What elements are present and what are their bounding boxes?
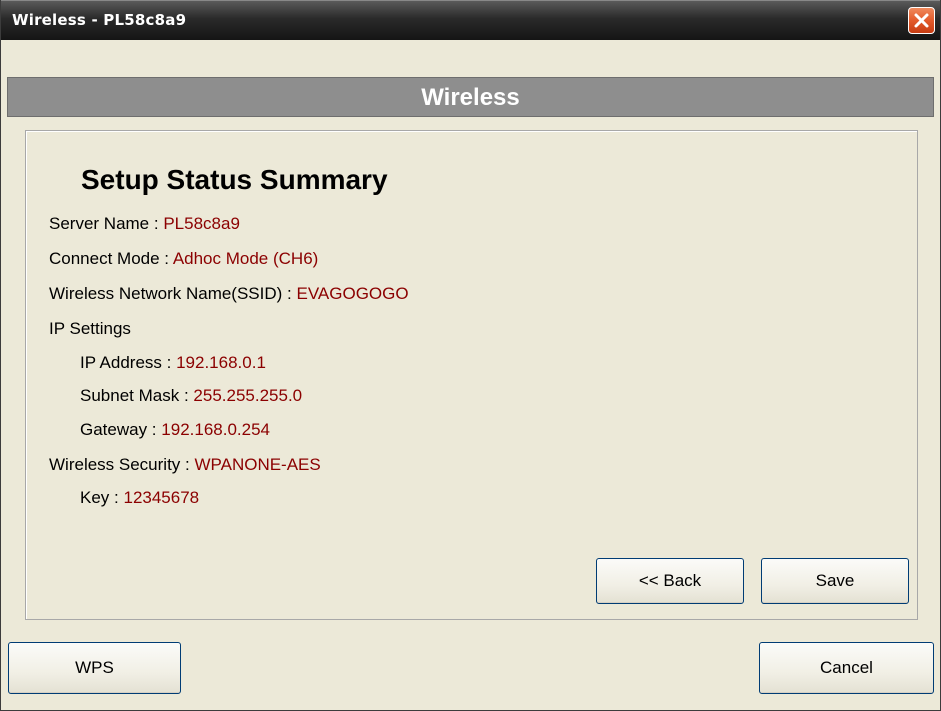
subnet-mask-row: Subnet Mask : 255.255.255.0 [80, 386, 302, 406]
back-button[interactable]: << Back [596, 558, 744, 604]
server-name-row: Server Name : PL58c8a9 [49, 214, 240, 234]
connect-mode-value: Adhoc Mode (CH6) [172, 249, 319, 268]
ssid-value: EVAGOGOGO [296, 284, 409, 303]
connect-mode-label: Connect Mode : [49, 249, 170, 268]
key-row: Key : 12345678 [80, 488, 199, 508]
ip-address-row: IP Address : 192.168.0.1 [80, 353, 266, 373]
subnet-mask-label: Subnet Mask : [80, 386, 189, 405]
wireless-security-label: Wireless Security : [49, 455, 190, 474]
close-icon [914, 13, 929, 28]
server-name-label: Server Name : [49, 214, 159, 233]
ssid-label: Wireless Network Name(SSID) : [49, 284, 292, 303]
gateway-value: 192.168.0.254 [161, 420, 270, 439]
window-title: Wireless - PL58c8a9 [12, 11, 187, 29]
summary-title: Setup Status Summary [81, 164, 388, 195]
subnet-mask-value: 255.255.255.0 [193, 386, 303, 405]
key-value: 12345678 [123, 488, 200, 507]
connect-mode-row: Connect Mode : Adhoc Mode (CH6) [49, 249, 318, 269]
section-header: Wireless [7, 77, 934, 117]
wireless-dialog: Wireless - PL58c8a9 Wireless Setup Statu… [0, 0, 941, 711]
summary-panel [25, 130, 918, 620]
gateway-label: Gateway : [80, 420, 157, 439]
ip-settings-heading: IP Settings [49, 319, 131, 339]
save-button[interactable]: Save [761, 558, 909, 604]
wireless-security-row: Wireless Security : WPANONE-AES [49, 455, 321, 475]
ip-settings-label: IP Settings [49, 319, 131, 338]
cancel-button[interactable]: Cancel [759, 642, 934, 694]
section-header-title: Wireless [421, 84, 520, 111]
ip-address-label: IP Address : [80, 353, 172, 372]
server-name-value: PL58c8a9 [163, 214, 240, 233]
title-bar[interactable]: Wireless - PL58c8a9 [1, 0, 940, 40]
key-label: Key : [80, 488, 119, 507]
close-button[interactable] [908, 7, 935, 34]
wps-button[interactable]: WPS [8, 642, 181, 694]
gateway-row: Gateway : 192.168.0.254 [80, 420, 270, 440]
ssid-row: Wireless Network Name(SSID) : EVAGOGOGO [49, 284, 409, 304]
ip-address-value: 192.168.0.1 [176, 353, 266, 372]
wireless-security-value: WPANONE-AES [194, 455, 321, 474]
